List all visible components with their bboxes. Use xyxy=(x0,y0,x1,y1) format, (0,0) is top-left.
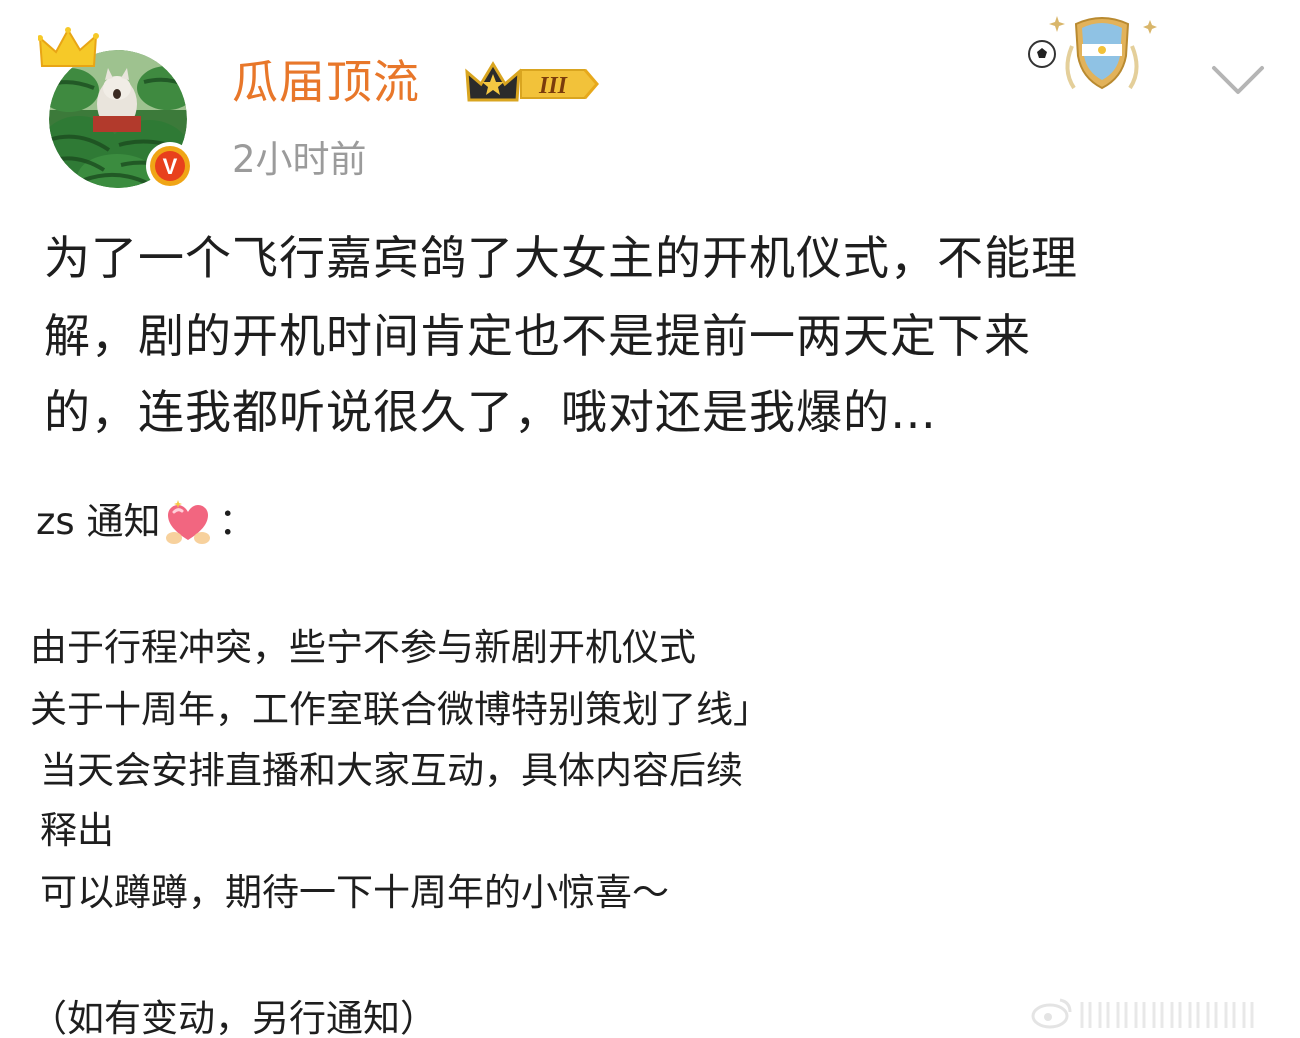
quoted-notice-heading: zs 通知 ： xyxy=(36,497,255,548)
post-body-line: 的，连我都听说很久了，哦对还是我爆的… xyxy=(44,385,937,439)
chevron-down-icon[interactable] xyxy=(1206,60,1270,100)
quoted-line: （如有变动，另行通知） xyxy=(30,997,437,1038)
notice-title: zs 通知 xyxy=(36,500,161,543)
notice-colon: ： xyxy=(218,500,256,543)
post-body-line: 解，剧的开机时间肯定也不是提前一两天定下来 xyxy=(44,309,1031,363)
quoted-line: 释出 xyxy=(40,809,114,852)
verified-badge-icon: V xyxy=(146,142,194,190)
quoted-line: 当天会安排直播和大家互动，具体内容后续 xyxy=(40,749,743,792)
weibo-post: V 瓜届顶流 III 2小时前 为了一个飞行嘉宾鸽了大女主的开机仪式，不能理 解 xyxy=(0,0,1300,1038)
watermark-strokes xyxy=(1080,1002,1254,1028)
username[interactable]: 瓜届顶流 xyxy=(232,52,420,112)
quoted-line: 可以蹲蹲，期待一下十周年的小惊喜～ xyxy=(40,871,669,914)
heart-hands-icon xyxy=(166,499,211,544)
svg-text:III: III xyxy=(538,73,569,99)
quoted-line: 关于十周年，工作室联合微博特别策划了线」 xyxy=(30,688,770,731)
vip-crown-badge-icon[interactable]: III xyxy=(463,58,603,110)
avatar-group[interactable]: V xyxy=(38,26,198,196)
post-body-line: 为了一个飞行嘉宾鸽了大女主的开机仪式，不能理 xyxy=(44,231,1078,285)
argentina-shield-medal-icon xyxy=(1028,16,1157,90)
svg-text:V: V xyxy=(163,154,178,179)
weibo-watermark-icon xyxy=(1031,998,1072,1029)
post-timestamp: 2小时前 xyxy=(232,138,367,181)
quoted-line: 由于行程冲突，些宁不参与新剧开机仪式 xyxy=(30,626,696,669)
crown-icon xyxy=(38,27,99,67)
